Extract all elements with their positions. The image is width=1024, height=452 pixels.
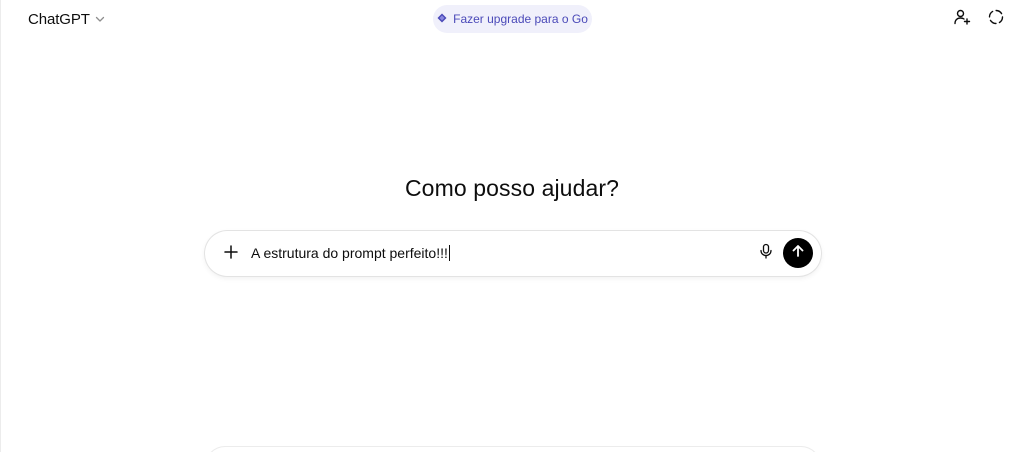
attach-button[interactable] <box>218 241 244 267</box>
model-picker-label: ChatGPT <box>28 10 90 28</box>
top-header: ChatGPT Fazer upgrade para o Go <box>0 0 1024 38</box>
prompt-input-text: A estrutura do prompt perfeito!!! <box>251 245 448 261</box>
prompt-input[interactable]: A estrutura do prompt perfeito!!! <box>251 245 450 261</box>
model-picker-button[interactable]: ChatGPT <box>20 7 114 31</box>
temporary-chat-button[interactable] <box>984 7 1008 31</box>
add-person-icon <box>953 8 971 31</box>
left-edge-divider <box>0 0 1 452</box>
text-caret <box>448 245 450 261</box>
voice-input-button[interactable] <box>755 242 777 264</box>
plus-icon <box>223 244 239 265</box>
chevron-down-icon <box>94 13 106 25</box>
share-add-person-button[interactable] <box>950 7 974 31</box>
chatgpt-page: ChatGPT Fazer upgrade para o Go Como pos… <box>0 0 1024 452</box>
bottom-panel-edge <box>205 446 821 452</box>
send-button[interactable] <box>783 238 813 268</box>
hero-title: Como posso ajudar? <box>404 175 620 201</box>
upgrade-label: Fazer upgrade para o Go <box>453 12 588 26</box>
dashed-circle-icon <box>987 8 1005 31</box>
diamond-icon <box>437 10 447 28</box>
header-actions <box>950 7 1008 31</box>
prompt-composer[interactable]: A estrutura do prompt perfeito!!! <box>205 231 821 276</box>
microphone-icon <box>758 243 774 264</box>
upgrade-button[interactable]: Fazer upgrade para o Go <box>433 5 592 33</box>
arrow-up-icon <box>791 244 805 263</box>
